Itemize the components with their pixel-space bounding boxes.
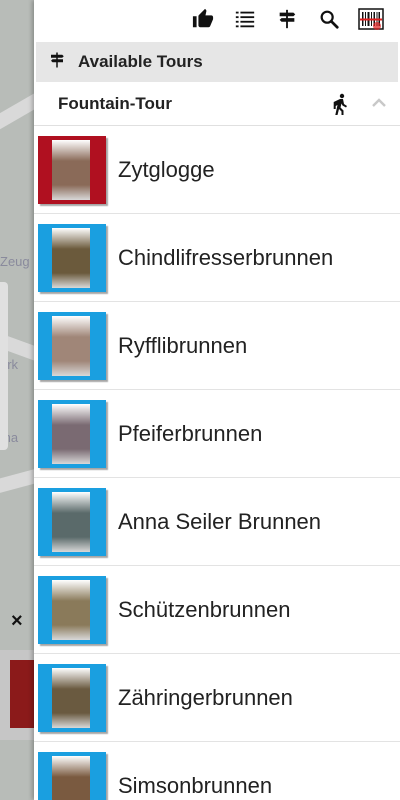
signpost-icon bbox=[48, 51, 66, 74]
barcode-scanner-button[interactable] bbox=[350, 0, 392, 42]
tour-stop-thumbnail bbox=[38, 663, 106, 732]
tour-list-item[interactable]: Pfeiferbrunnen bbox=[34, 390, 400, 478]
fountain-photo bbox=[52, 579, 90, 640]
tour-stop-label: Chindlifresserbrunnen bbox=[118, 244, 334, 270]
fountain-photo bbox=[52, 491, 90, 552]
tour-stop-thumbnail bbox=[38, 399, 106, 468]
thumbs-up-icon bbox=[192, 8, 214, 35]
search-icon bbox=[318, 8, 340, 35]
tour-stop-label: Schützenbrunnen bbox=[118, 596, 291, 622]
section-title: Available Tours bbox=[78, 52, 203, 71]
close-icon[interactable]: × bbox=[11, 610, 23, 633]
available-tours-header: Available Tours bbox=[36, 42, 398, 82]
tour-list-item[interactable]: Chindlifresserbrunnen bbox=[34, 214, 400, 302]
tour-stop-thumbnail bbox=[38, 487, 106, 556]
map-backdrop[interactable]: Zeug ark tha × bbox=[0, 0, 34, 800]
fountain-photo bbox=[52, 227, 90, 288]
chevron-up-icon[interactable] bbox=[372, 95, 386, 113]
fountain-photo bbox=[52, 403, 90, 464]
tour-list-item[interactable]: Anna Seiler Brunnen bbox=[34, 478, 400, 566]
list-button[interactable] bbox=[224, 0, 266, 42]
tour-list-item[interactable]: Zähringerbrunnen bbox=[34, 654, 400, 742]
map-bottom-thumbnail[interactable] bbox=[10, 660, 34, 728]
map-label: Zeug bbox=[0, 254, 30, 269]
fountain-photo bbox=[52, 315, 90, 376]
barcode-scanner-icon bbox=[358, 6, 384, 37]
tour-list-item[interactable]: Zytglogge bbox=[34, 126, 400, 214]
tour-stop-label: Simsonbrunnen bbox=[118, 772, 273, 798]
tour-stop-thumbnail bbox=[38, 575, 106, 644]
tour-stop-thumbnail bbox=[38, 135, 106, 204]
tour-stop-thumbnail bbox=[38, 751, 106, 800]
walking-person-icon bbox=[332, 93, 350, 115]
signpost-icon bbox=[276, 8, 298, 35]
tour-stop-label: Zähringerbrunnen bbox=[118, 684, 293, 710]
list-icon bbox=[234, 8, 256, 35]
tour-group-header[interactable]: Fountain-Tour bbox=[34, 82, 400, 126]
map-road bbox=[0, 90, 34, 134]
tour-list: Zytglogge Chindlifresserbrunnen Ryfflibr… bbox=[34, 126, 400, 800]
tour-stop-label: Ryfflibrunnen bbox=[118, 332, 248, 358]
map-road bbox=[0, 467, 34, 494]
fountain-photo bbox=[52, 667, 90, 728]
search-button[interactable] bbox=[308, 0, 350, 42]
thumbs-up-button[interactable] bbox=[182, 0, 224, 42]
tour-list-item[interactable]: Schützenbrunnen bbox=[34, 566, 400, 654]
signpost-button[interactable] bbox=[266, 0, 308, 42]
tour-list-item[interactable]: Simsonbrunnen bbox=[34, 742, 400, 800]
tour-stop-label: Pfeiferbrunnen bbox=[118, 420, 263, 446]
tour-stop-thumbnail bbox=[38, 223, 106, 292]
tour-stop-thumbnail bbox=[38, 311, 106, 380]
toolbar bbox=[34, 0, 400, 42]
tour-name: Fountain-Tour bbox=[58, 93, 172, 113]
tour-stop-label: Zytglogge bbox=[118, 156, 215, 182]
map-info-card[interactable] bbox=[0, 282, 8, 450]
fountain-photo bbox=[52, 755, 90, 800]
tour-list-item[interactable]: Ryfflibrunnen bbox=[34, 302, 400, 390]
fountain-photo bbox=[52, 139, 90, 200]
tours-drawer: Available Tours Fountain-Tour Zytglogge … bbox=[34, 0, 400, 800]
tour-stop-label: Anna Seiler Brunnen bbox=[118, 508, 322, 534]
